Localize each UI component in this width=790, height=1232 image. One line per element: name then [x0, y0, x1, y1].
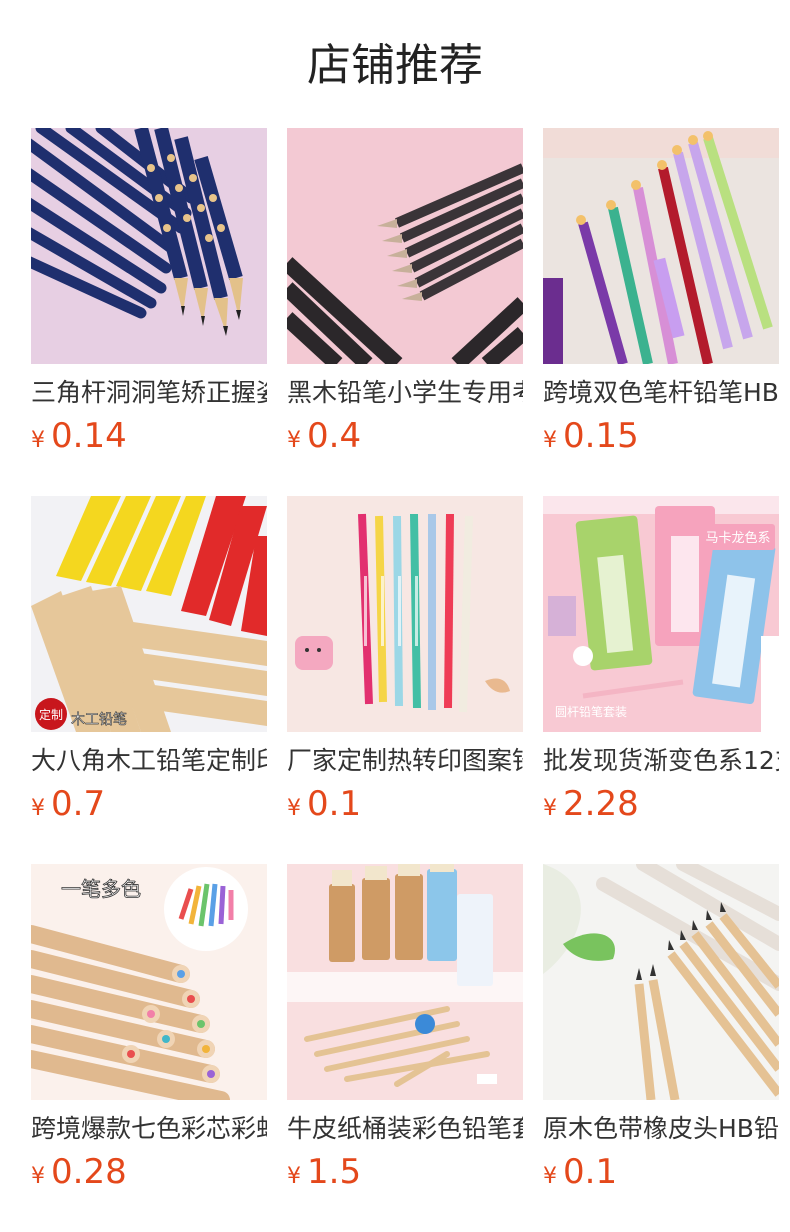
- price-amount: 0.14: [51, 416, 127, 456]
- currency-symbol: ¥: [287, 1164, 301, 1189]
- product-price: ¥ 1.5: [287, 1152, 361, 1196]
- product-image[interactable]: [287, 864, 523, 1100]
- currency-symbol: ¥: [287, 796, 301, 821]
- price-amount: 0.4: [307, 416, 362, 456]
- product-image[interactable]: 定制 木工铅笔: [31, 496, 267, 732]
- product-image[interactable]: 一笔多色: [31, 864, 267, 1100]
- product-card[interactable]: 定制 木工铅笔 大八角木工铅笔定制印字 ¥ 0.7: [31, 496, 267, 824]
- currency-symbol: ¥: [31, 796, 45, 821]
- currency-symbol: ¥: [543, 1164, 557, 1189]
- product-name[interactable]: 跨境爆款七色彩芯彩虹铅笔: [31, 1112, 267, 1146]
- product-name[interactable]: 大八角木工铅笔定制印字: [31, 744, 267, 778]
- image-caption: 圆杆铅笔套装: [555, 704, 627, 719]
- product-name[interactable]: 黑木铅笔小学生专用考试: [287, 376, 523, 410]
- product-price: ¥ 0.28: [31, 1152, 127, 1196]
- product-name[interactable]: 批发现货渐变色系12支装: [543, 744, 779, 778]
- product-price: ¥ 0.1: [287, 784, 361, 828]
- product-image[interactable]: [31, 128, 267, 364]
- price-amount: 0.1: [307, 784, 362, 824]
- product-price: ¥ 0.4: [287, 416, 361, 460]
- product-card[interactable]: 牛皮纸桶装彩色铅笔套装 ¥ 1.5: [287, 864, 523, 1192]
- price-amount: 0.28: [51, 1152, 127, 1192]
- product-price: ¥ 2.28: [543, 784, 639, 828]
- product-card[interactable]: 厂家定制热转印图案铅笔 ¥ 0.1: [287, 496, 523, 824]
- badge-text: 定制: [39, 707, 63, 722]
- currency-symbol: ¥: [543, 428, 557, 453]
- product-card[interactable]: 原木色带橡皮头HB铅笔 ¥ 0.1: [543, 864, 779, 1192]
- product-image[interactable]: [543, 128, 779, 364]
- price-amount: 0.1: [563, 1152, 618, 1192]
- currency-symbol: ¥: [287, 428, 301, 453]
- product-name[interactable]: 厂家定制热转印图案铅笔: [287, 744, 523, 778]
- product-card[interactable]: 跨境双色笔杆铅笔HB带橡皮 ¥ 0.15: [543, 128, 779, 456]
- product-card[interactable]: 马卡龙色系 圆杆铅笔套装 批发现货渐变色系12支装 ¥ 2.28: [543, 496, 779, 824]
- currency-symbol: ¥: [31, 428, 45, 453]
- price-amount: 1.5: [307, 1152, 362, 1192]
- product-price: ¥ 0.7: [31, 784, 105, 828]
- product-image[interactable]: [287, 128, 523, 364]
- product-image[interactable]: [543, 864, 779, 1100]
- product-name[interactable]: 跨境双色笔杆铅笔HB带橡皮: [543, 376, 779, 410]
- product-price: ¥ 0.15: [543, 416, 639, 460]
- product-price: ¥ 0.14: [31, 416, 127, 460]
- image-caption: 木工铅笔: [71, 712, 127, 728]
- box-label: 马卡龙色系: [705, 530, 770, 546]
- product-image[interactable]: 马卡龙色系 圆杆铅笔套装: [543, 496, 779, 732]
- product-name[interactable]: 三角杆洞洞笔矫正握姿铅笔: [31, 376, 267, 410]
- product-name[interactable]: 牛皮纸桶装彩色铅笔套装: [287, 1112, 523, 1146]
- product-card[interactable]: 黑木铅笔小学生专用考试 ¥ 0.4: [287, 128, 523, 456]
- image-caption: 一笔多色: [61, 877, 141, 901]
- price-amount: 0.7: [51, 784, 106, 824]
- price-amount: 0.15: [563, 416, 639, 456]
- product-grid: 三角杆洞洞笔矫正握姿铅笔 ¥ 0.14: [31, 128, 779, 1192]
- product-image[interactable]: [287, 496, 523, 732]
- currency-symbol: ¥: [31, 1164, 45, 1189]
- product-name[interactable]: 原木色带橡皮头HB铅笔: [543, 1112, 779, 1146]
- product-card[interactable]: 一笔多色 跨境爆款七色彩芯彩虹铅笔 ¥ 0.28: [31, 864, 267, 1192]
- product-price: ¥ 0.1: [543, 1152, 617, 1196]
- section-title: 店铺推荐: [307, 40, 483, 91]
- currency-symbol: ¥: [543, 796, 557, 821]
- product-card[interactable]: 三角杆洞洞笔矫正握姿铅笔 ¥ 0.14: [31, 128, 267, 456]
- price-amount: 2.28: [563, 784, 639, 824]
